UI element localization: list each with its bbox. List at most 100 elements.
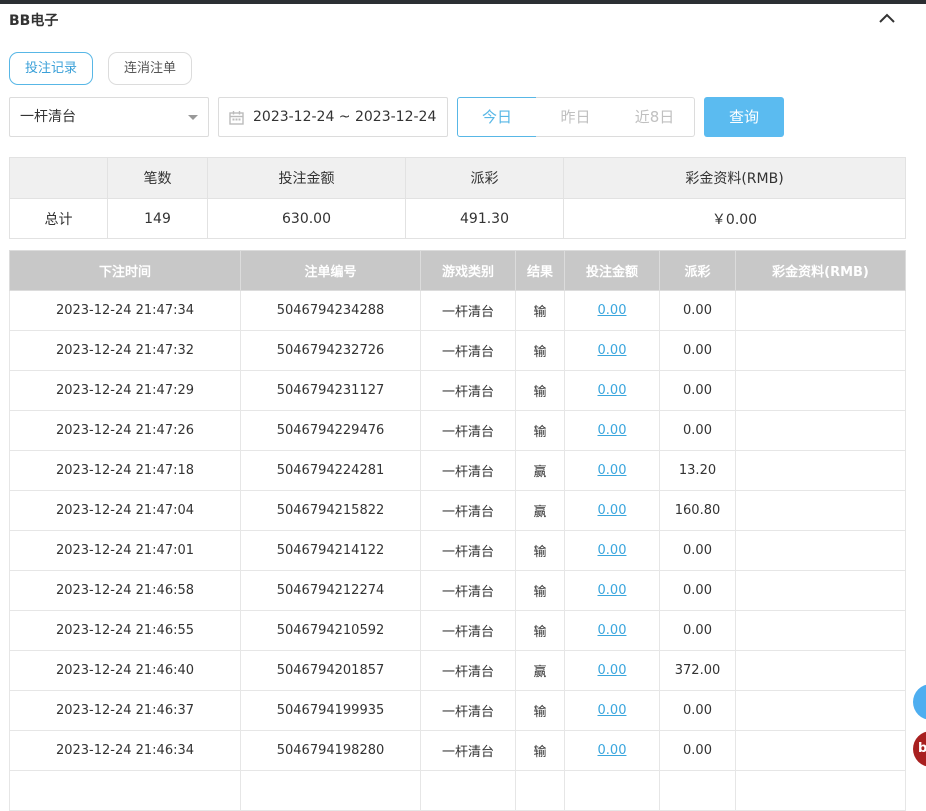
bet-time-cell: 2023-12-24 21:46:37 <box>9 690 241 731</box>
result-cell: 输 <box>515 370 565 411</box>
game-type-cell: 一杆清台 <box>420 290 516 331</box>
bet-time-cell: 2023-12-24 21:47:01 <box>9 530 241 571</box>
payout-cell: 0.00 <box>659 570 736 611</box>
query-button[interactable]: 查询 <box>704 97 784 137</box>
bet-amount-link[interactable]: 0.00 <box>564 450 660 491</box>
column-header-bet-amount: 投注金额 <box>564 250 660 291</box>
range-8days-button[interactable]: 近8日 <box>615 97 695 137</box>
result-cell: 赢 <box>515 450 565 491</box>
result-cell: 输 <box>515 290 565 331</box>
table-row: 2023-12-24 21:47:04 5046794215822 一杆清台赢 0.0… <box>9 490 906 531</box>
table-row: 2023-12-24 21:46:58 5046794212274 一杆清台输 0.0… <box>9 570 906 611</box>
summary-cell: 149 <box>107 198 208 239</box>
game-type-cell: 一杆清台 <box>420 530 516 571</box>
summary-header-cell <box>9 157 108 199</box>
payout-cell: 0.00 <box>659 290 736 331</box>
game-select-value: 一杆清台 <box>20 109 76 125</box>
bet-amount-link[interactable]: 0.00 <box>564 650 660 691</box>
bet-amount-link[interactable]: 0.00 <box>564 730 660 771</box>
page-title: BB电子 <box>9 13 59 29</box>
payout-cell: 13.20 <box>659 450 736 491</box>
game-type-cell: 一杆清台 <box>420 570 516 611</box>
jackpot-cell <box>735 290 906 331</box>
jackpot-cell <box>735 410 906 451</box>
bet-id-cell: 5046794234288 <box>240 290 421 331</box>
table-row: 2023-12-24 21:47:34 5046794234288 一杆清台输 0.0… <box>9 290 906 331</box>
summary-header-row: 笔数 投注金额 派彩 彩金资料(RMB) <box>9 157 906 199</box>
jackpot-cell <box>735 770 906 811</box>
bet-time-cell: 2023-12-24 21:46:34 <box>9 730 241 771</box>
tab-bet-records[interactable]: 投注记录 <box>9 52 93 85</box>
result-cell: 输 <box>515 730 565 771</box>
floating-badge-button[interactable]: b <box>913 731 926 767</box>
bet-id-cell: 5046794224281 <box>240 450 421 491</box>
bet-id-cell: 5046794210592 <box>240 610 421 651</box>
result-cell: 赢 <box>515 490 565 531</box>
payout-cell: 0.00 <box>659 330 736 371</box>
floating-service-button[interactable] <box>913 684 926 720</box>
bet-amount-link[interactable]: 0.00 <box>564 290 660 331</box>
summary-header-cell: 笔数 <box>107 157 208 199</box>
summary-cell: 491.30 <box>405 198 564 239</box>
game-type-cell: 一杆清台 <box>420 730 516 771</box>
result-cell: 输 <box>515 410 565 451</box>
records-body: 2023-12-24 21:47:34 5046794234288 一杆清台输 0.0… <box>9 290 906 811</box>
game-type-cell: 一杆清台 <box>420 330 516 371</box>
range-yesterday-button[interactable]: 昨日 <box>536 97 616 137</box>
payout-cell: 0.00 <box>659 690 736 731</box>
range-today-button[interactable]: 今日 <box>457 97 537 137</box>
bet-amount-link[interactable]: 0.00 <box>564 570 660 611</box>
column-header-bet-time: 下注时间 <box>9 250 241 291</box>
jackpot-cell <box>735 330 906 371</box>
bet-amount-link[interactable]: 0.00 <box>564 330 660 371</box>
bet-id-cell: 5046794199935 <box>240 690 421 731</box>
summary-table: 笔数 投注金额 派彩 彩金资料(RMB) 总计 149 630.00 491.3… <box>9 157 906 239</box>
bet-time-cell: 2023-12-24 21:47:32 <box>9 330 241 371</box>
payout-cell: 0.00 <box>659 610 736 651</box>
table-row <box>9 770 906 811</box>
game-type-cell: 一杆清台 <box>420 450 516 491</box>
bet-amount-link[interactable]: 0.00 <box>564 690 660 731</box>
result-cell: 输 <box>515 570 565 611</box>
jackpot-cell <box>735 370 906 411</box>
jackpot-cell <box>735 730 906 771</box>
bet-time-cell <box>9 770 241 811</box>
summary-cell: 630.00 <box>207 198 406 239</box>
table-row: 2023-12-24 21:47:01 5046794214122 一杆清台输 0.0… <box>9 530 906 571</box>
bet-amount-link[interactable]: 0.00 <box>564 610 660 651</box>
jackpot-cell <box>735 490 906 531</box>
bet-time-cell: 2023-12-24 21:46:40 <box>9 650 241 691</box>
bet-id-cell: 5046794232726 <box>240 330 421 371</box>
game-select[interactable]: 一杆清台 <box>9 97 209 137</box>
calendar-icon <box>229 111 244 125</box>
bet-time-cell: 2023-12-24 21:46:55 <box>9 610 241 651</box>
result-cell: 输 <box>515 530 565 571</box>
jackpot-cell <box>735 570 906 611</box>
date-range-input[interactable]: 2023-12-24 ~ 2023-12-24 <box>218 97 448 137</box>
bet-time-cell: 2023-12-24 21:46:58 <box>9 570 241 611</box>
tab-combo-bets[interactable]: 连消注单 <box>108 52 192 85</box>
bet-id-cell: 5046794214122 <box>240 530 421 571</box>
result-cell <box>515 770 565 811</box>
column-header-jackpot: 彩金资料(RMB) <box>735 250 906 291</box>
bet-time-cell: 2023-12-24 21:47:34 <box>9 290 241 331</box>
table-row: 2023-12-24 21:46:37 5046794199935 一杆清台输 0.0… <box>9 690 906 731</box>
table-row: 2023-12-24 21:47:26 5046794229476 一杆清台输 0.0… <box>9 410 906 451</box>
bet-amount-link[interactable] <box>564 770 660 811</box>
caret-down-icon <box>188 115 198 120</box>
payout-cell <box>659 770 736 811</box>
bet-id-cell: 5046794231127 <box>240 370 421 411</box>
table-row: 2023-12-24 21:46:34 5046794198280 一杆清台输 0.0… <box>9 730 906 771</box>
top-border <box>0 0 926 4</box>
records-table: 下注时间 注单编号 游戏类别 结果 投注金额 派彩 彩金资料(RMB) 2023… <box>9 250 906 811</box>
jackpot-cell <box>735 690 906 731</box>
table-row: 2023-12-24 21:47:32 5046794232726 一杆清台输 0.0… <box>9 330 906 371</box>
bet-amount-link[interactable]: 0.00 <box>564 490 660 531</box>
bet-time-cell: 2023-12-24 21:47:26 <box>9 410 241 451</box>
records-header-row: 下注时间 注单编号 游戏类别 结果 投注金额 派彩 彩金资料(RMB) <box>9 250 906 291</box>
table-row: 2023-12-24 21:47:29 5046794231127 一杆清台输 0.0… <box>9 370 906 411</box>
bet-amount-link[interactable]: 0.00 <box>564 530 660 571</box>
bet-amount-link[interactable]: 0.00 <box>564 370 660 411</box>
collapse-button[interactable] <box>876 8 898 28</box>
bet-amount-link[interactable]: 0.00 <box>564 410 660 451</box>
